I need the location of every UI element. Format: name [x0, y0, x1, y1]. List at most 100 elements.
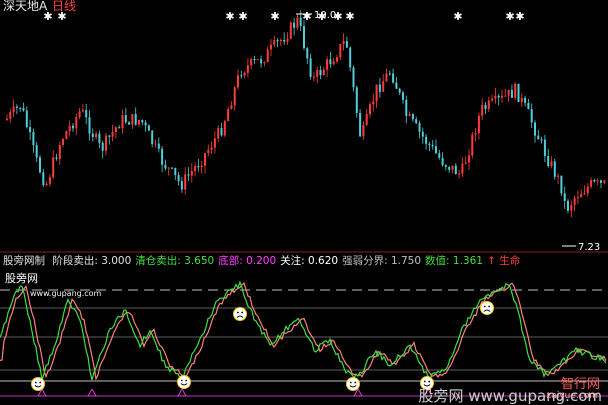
candle-body [580, 194, 583, 198]
candle-body [230, 105, 233, 110]
candle-body [306, 48, 309, 59]
candle-body [441, 157, 444, 166]
candle-body [603, 180, 606, 183]
candle-body [332, 61, 335, 65]
period-label[interactable]: 日线 [52, 0, 76, 13]
stock-name: 深天地A [3, 0, 48, 13]
candle-body [543, 139, 546, 157]
signal-stars: ✱ ✱ ✱ ✱ ✱ ✱ ✱ ✱ ✱ ✱ ✱ ✱ [43, 10, 524, 23]
candle-body [296, 17, 299, 28]
candle-body [567, 200, 569, 211]
candle-body [322, 69, 325, 76]
candle-body [65, 131, 68, 139]
indicator-item-6: ↑ 生命 [486, 255, 521, 267]
candle-body [547, 156, 550, 166]
face-eye-right [39, 381, 42, 384]
candle-body [131, 114, 134, 125]
candle-body [359, 112, 362, 137]
candle-body [534, 122, 536, 136]
candle-body [388, 73, 391, 75]
candle-body [220, 127, 223, 136]
candle-body [392, 73, 395, 83]
candle-body [487, 100, 490, 110]
candle-body [369, 104, 371, 115]
signal-star: ✱ [225, 10, 234, 23]
stock-chart-canvas[interactable]: ✱ ✱ ✱ ✱ ✱ ✱ ✱ ✱ ✱ ✱ ✱ ✱ 10.0 7.23 [0, 0, 608, 405]
candle-body [435, 146, 437, 154]
candle-body [299, 17, 302, 27]
candle-body [501, 95, 503, 98]
candle-body [349, 47, 352, 68]
indicator-item-5: 数值: 1.361 [425, 255, 483, 267]
candle-body [461, 163, 464, 174]
candle-body [151, 130, 154, 145]
candle-body [243, 72, 246, 76]
candle-body [405, 99, 408, 116]
candle-body [237, 75, 239, 88]
candle-body [375, 84, 378, 102]
candle-body [223, 121, 226, 136]
candle-body [95, 133, 98, 138]
candle-body [481, 104, 484, 116]
signal-star: ✱ [302, 10, 311, 23]
candle-body [88, 117, 91, 134]
watermark-logo-sub: zaiyue.com [546, 391, 598, 401]
candle-body [45, 183, 48, 186]
signal-star: ✱ [453, 10, 462, 23]
candle-body [286, 38, 289, 42]
candle-body [101, 142, 104, 151]
candle-body [415, 119, 418, 124]
low-marker: 7.23 [562, 242, 600, 253]
candle-body [180, 181, 183, 190]
candle-body [586, 186, 589, 194]
candle-body [98, 133, 101, 143]
candle-body [138, 119, 140, 125]
candle-body [32, 132, 35, 146]
face-eye-right [354, 381, 357, 384]
candle-body [78, 111, 81, 117]
candle-body [484, 104, 487, 110]
candle-body [72, 125, 74, 129]
signal-star: ✱ [505, 10, 514, 23]
candle-body [48, 177, 51, 184]
candle-body [194, 166, 197, 171]
candle-body [326, 59, 329, 70]
candle-body [451, 165, 454, 170]
candle-body [319, 70, 322, 76]
candle-body [411, 114, 414, 120]
candle-body [108, 135, 111, 137]
indicator-face-markers [31, 301, 494, 391]
candle-body [42, 172, 45, 186]
candle-body [68, 125, 71, 132]
candle-body [55, 157, 58, 159]
candle-body [316, 70, 319, 77]
face-eye-left [483, 305, 486, 308]
candle-body [477, 115, 480, 134]
candle-body [378, 84, 381, 92]
candle-body [121, 115, 124, 129]
candle-body [418, 123, 421, 132]
candle-body [408, 114, 411, 116]
candle-body [431, 145, 434, 147]
candle-body [144, 122, 147, 126]
candle-body [250, 59, 253, 66]
low-price-label: 7.23 [578, 242, 600, 253]
candle-body [471, 134, 474, 156]
site-url: www.gupang.com [30, 289, 102, 298]
bottom-triangle-marker [177, 388, 187, 397]
candle-body [342, 41, 345, 45]
candle-body [105, 135, 107, 151]
happy-face-icon [177, 375, 191, 389]
candle-body [167, 167, 170, 169]
candle-body [355, 87, 358, 113]
face-eye-right [241, 311, 244, 314]
candle-body [19, 107, 22, 109]
candle-body [81, 110, 84, 112]
candle-body [345, 41, 348, 48]
candle-body [147, 125, 150, 131]
candle-body [425, 136, 428, 144]
candle-body [111, 131, 114, 137]
candle-body [560, 175, 563, 194]
candle-body [600, 180, 602, 183]
candle-body [385, 73, 388, 82]
